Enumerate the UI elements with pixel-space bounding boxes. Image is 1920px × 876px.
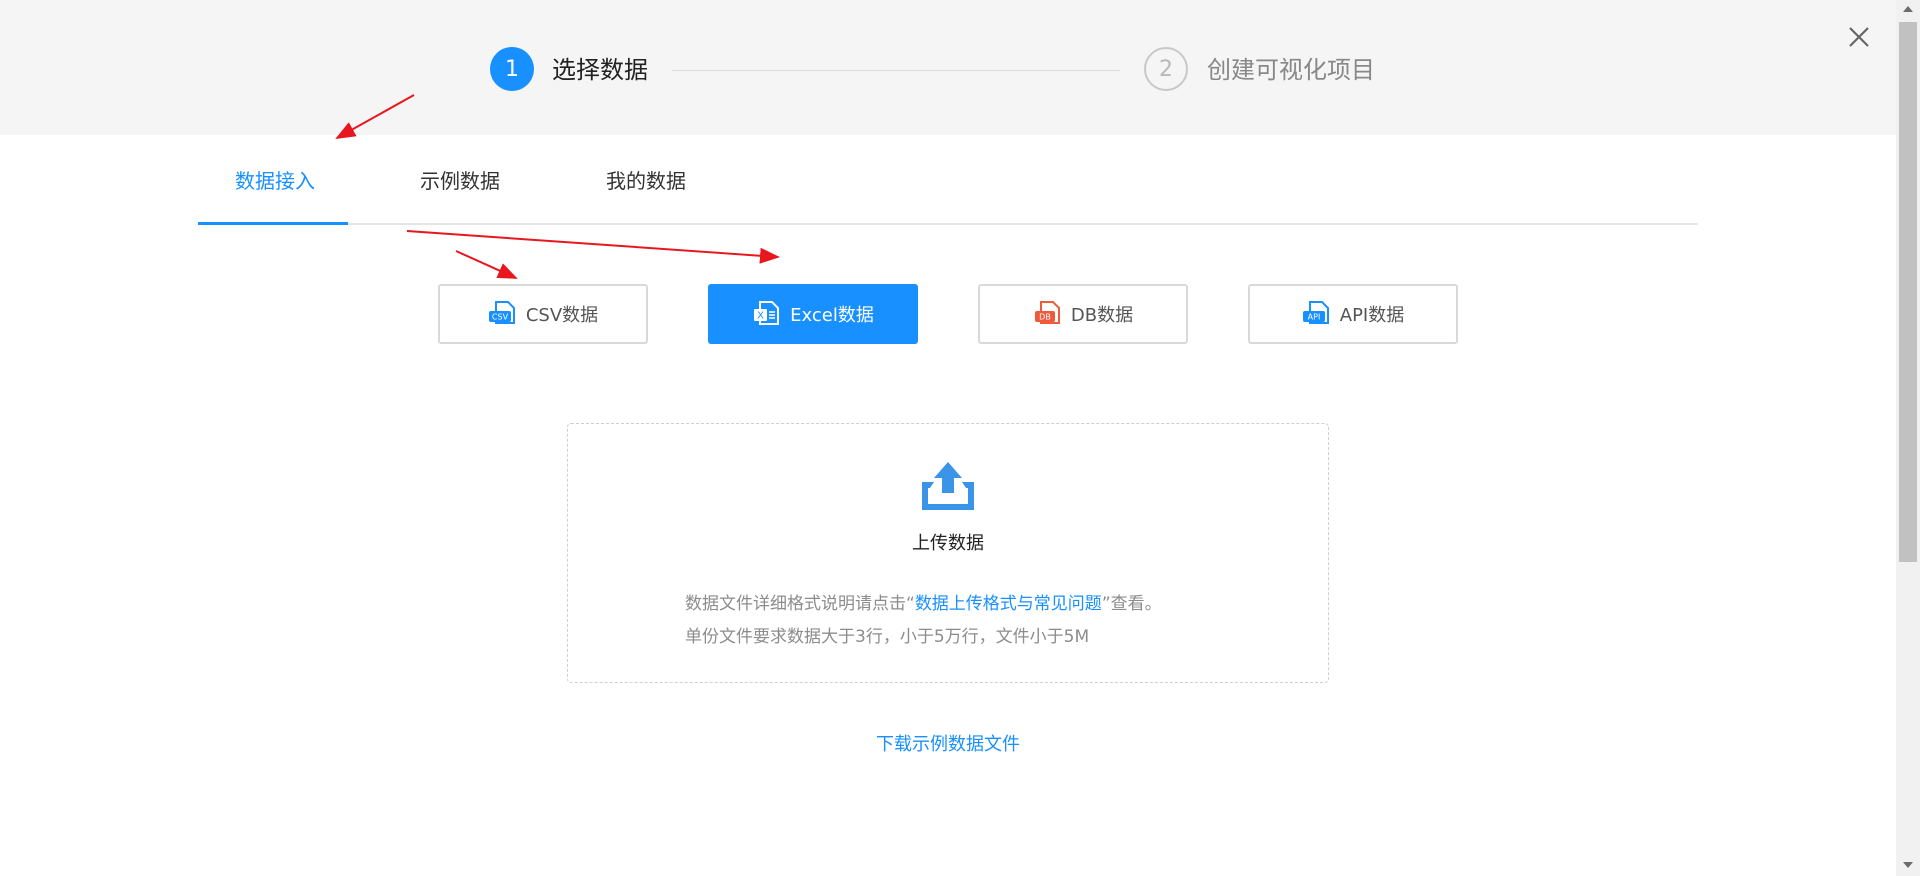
active-tab-indicator	[198, 222, 348, 225]
format-help-suffix: ”查看。	[1101, 594, 1162, 614]
step-connector	[672, 70, 1120, 71]
format-help-text: 数据文件详细格式说明请点击“数据上传格式与常见问题”查看。	[685, 589, 1162, 614]
download-sample-link[interactable]: 下载示例数据文件	[0, 730, 1896, 756]
tab-my-data[interactable]: 我的数据	[606, 167, 686, 195]
csv-data-label: CSV数据	[525, 305, 599, 326]
stepper-bar: 1 选择数据 2 创建可视化项目	[0, 0, 1896, 135]
excel-file-icon: X	[754, 301, 780, 325]
upload-dropzone[interactable]: 上传数据 数据文件详细格式说明请点击“数据上传格式与常见问题”查看。 单份文件要…	[567, 423, 1329, 683]
upload-icon	[922, 462, 974, 510]
db-data-button[interactable]: DB DB数据	[978, 284, 1188, 344]
upload-title: 上传数据	[912, 533, 984, 554]
svg-text:X: X	[757, 311, 764, 322]
scroll-up-arrow-icon[interactable]	[1903, 6, 1913, 12]
csv-data-button[interactable]: CSV CSV数据	[438, 284, 648, 344]
close-button[interactable]	[1846, 24, 1872, 50]
file-requirements-text: 单份文件要求数据大于3行，小于5万行，文件小于5M	[685, 627, 1090, 647]
step-1-label: 选择数据	[552, 56, 648, 84]
tab-sample-data[interactable]: 示例数据	[420, 167, 500, 195]
format-help-prefix: 数据文件详细格式说明请点击“	[685, 594, 915, 614]
vertical-scrollbar[interactable]	[1896, 0, 1920, 876]
scrollbar-thumb[interactable]	[1899, 22, 1917, 562]
annotation-arrow-csv	[455, 250, 518, 279]
close-icon	[1849, 27, 1869, 47]
api-data-button[interactable]: API API数据	[1248, 284, 1458, 344]
step-1-circle: 1	[490, 47, 534, 91]
step-2-label: 创建可视化项目	[1207, 56, 1375, 84]
annotation-arrow-excel	[406, 230, 780, 264]
excel-data-button[interactable]: X Excel数据	[708, 284, 918, 344]
svg-text:API: API	[1307, 313, 1320, 322]
svg-text:CSV: CSV	[492, 313, 509, 322]
db-file-icon: DB	[1034, 301, 1060, 324]
tab-data-access[interactable]: 数据接入	[235, 167, 315, 195]
csv-file-icon: CSV	[488, 301, 515, 324]
step-2-circle: 2	[1144, 47, 1188, 91]
api-data-label: API数据	[1339, 305, 1405, 326]
excel-data-label: Excel数据	[790, 305, 874, 326]
db-data-label: DB数据	[1070, 305, 1134, 326]
scroll-down-arrow-icon[interactable]	[1903, 862, 1913, 868]
api-file-icon: API	[1302, 301, 1329, 324]
svg-text:DB: DB	[1039, 313, 1051, 322]
format-faq-link[interactable]: 数据上传格式与常见问题	[915, 594, 1102, 614]
data-source-tabs: 数据接入 示例数据 我的数据	[198, 135, 1698, 225]
